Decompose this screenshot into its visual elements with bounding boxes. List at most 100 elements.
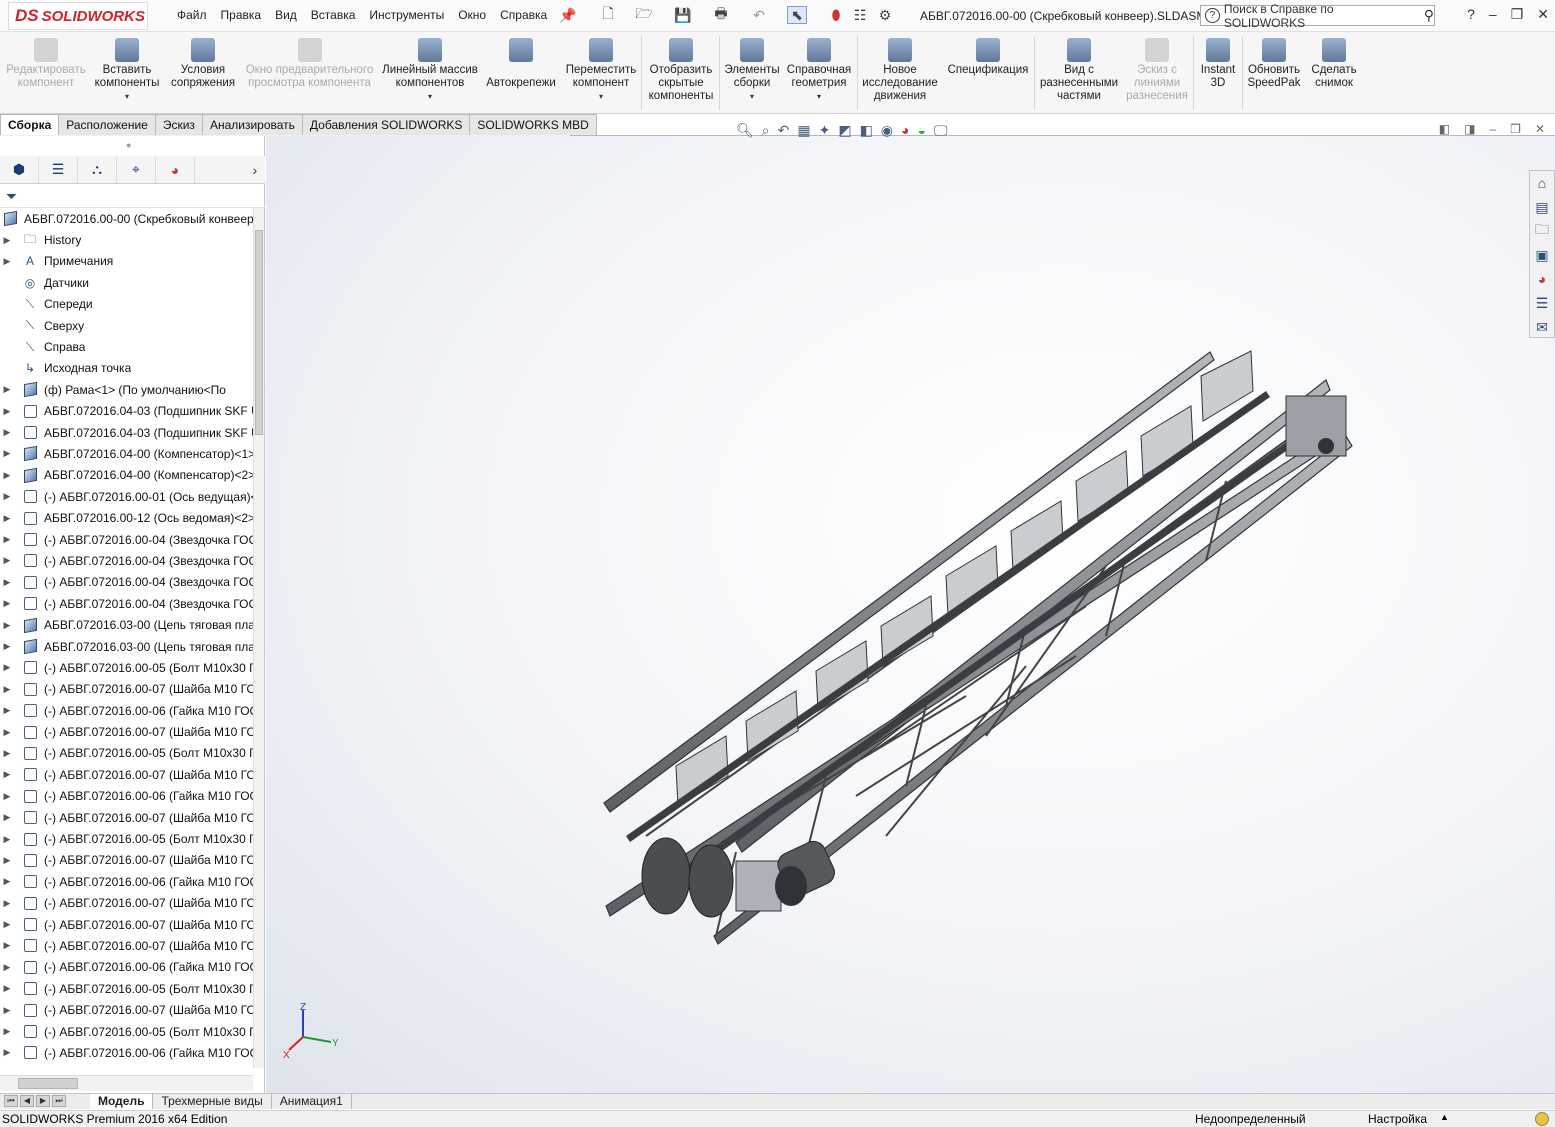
options-gear-icon[interactable]: ⚙ (875, 6, 895, 24)
tree-item[interactable]: ▶ (-) АБВГ.072016.00-05 (Болт М10х30 ГО (0, 978, 253, 999)
chevron-down-icon[interactable]: ▾ (722, 90, 782, 103)
expand-arrow-icon[interactable]: ▶ (0, 769, 14, 780)
file-properties-icon[interactable]: ☷ (850, 6, 870, 24)
tree-item[interactable]: ▶ АБВГ.072016.03-00 (Цепь тяговая плас (0, 614, 253, 635)
home-icon[interactable]: ⌂ (1530, 171, 1554, 195)
open-icon[interactable]: 🗁 (634, 5, 654, 24)
expand-arrow-icon[interactable]: ▶ (0, 962, 14, 973)
filter-icon[interactable]: ⏷ (6, 188, 17, 204)
explode-line-sketch-button[interactable]: Эскиз с линиями разнесения (1124, 38, 1190, 103)
new-motion-study-button[interactable]: Новое исследование движения (860, 38, 940, 103)
tree-item[interactable]: ⟍ Справа (0, 336, 253, 357)
tab-addins[interactable]: Добавления SOLIDWORKS (301, 114, 471, 135)
expand-arrow-icon[interactable]: ▶ (0, 791, 14, 802)
menu-tools[interactable]: Инструменты (362, 8, 451, 22)
forum-icon[interactable]: ✉ (1530, 315, 1554, 339)
last-tab-icon[interactable]: ⏭ (52, 1095, 66, 1107)
scrollbar-thumb[interactable] (255, 230, 263, 435)
menu-help[interactable]: Справка (493, 8, 554, 22)
chevron-right-icon[interactable]: › (245, 156, 265, 183)
tab-sketch[interactable]: Эскиз (154, 114, 203, 135)
expand-arrow-icon[interactable]: ▶ (0, 513, 14, 524)
first-tab-icon[interactable]: ⏮ (4, 1095, 18, 1107)
propertymanager-tab-icon[interactable]: ☰ (39, 156, 78, 183)
expand-arrow-icon[interactable]: ▶ (0, 256, 14, 267)
tree-item[interactable]: ▶ (-) АБВГ.072016.00-07 (Шайба М10 ГОС (0, 850, 253, 871)
close-icon[interactable]: ✕ (1537, 6, 1549, 23)
viewport-restore-icon[interactable]: ❐ (1510, 122, 1521, 136)
menu-edit[interactable]: Правка (214, 8, 269, 22)
linear-pattern-button[interactable]: Линейный массив компонентов ▾ (380, 38, 480, 103)
file-explorer-icon[interactable]: 🗀 (1530, 219, 1554, 243)
edit-component-button[interactable]: Редактировать компонент (6, 38, 86, 90)
tab-3d-views[interactable]: Трехмерные виды (153, 1094, 272, 1109)
pin-icon[interactable]: 📌 (558, 6, 578, 24)
menu-insert[interactable]: Вставка (304, 8, 363, 22)
tree-item[interactable]: ▶ (-) АБВГ.072016.00-07 (Шайба М10 ГОС (0, 721, 253, 742)
tree-item[interactable]: ▶ (-) АБВГ.072016.00-07 (Шайба М10 ГОС (0, 764, 253, 785)
appearances-icon[interactable]: ◕ (1530, 267, 1554, 291)
instant3d-button[interactable]: Instant 3D (1196, 38, 1240, 90)
new-document-icon[interactable]: 🗋 (598, 5, 618, 24)
viewport-close-icon[interactable]: ✕ (1535, 122, 1545, 136)
undo-icon[interactable]: ↶ (749, 6, 769, 24)
expand-arrow-icon[interactable]: ▶ (0, 555, 14, 566)
next-tab-icon[interactable]: ▶ (36, 1095, 50, 1107)
design-library-icon[interactable]: ▤ (1530, 195, 1554, 219)
expand-arrow-icon[interactable]: ▶ (0, 834, 14, 845)
expand-arrow-icon[interactable]: ▶ (0, 491, 14, 502)
expand-arrow-icon[interactable]: ▶ (0, 727, 14, 738)
expand-arrow-icon[interactable]: ▶ (0, 427, 14, 438)
tree-item[interactable]: ▶ (-) АБВГ.072016.00-06 (Гайка М10 ГОСТ (0, 786, 253, 807)
take-snapshot-button[interactable]: Сделать снимок (1308, 38, 1360, 90)
expand-arrow-icon[interactable]: ▶ (0, 812, 14, 823)
expand-arrow-icon[interactable]: ▶ (0, 235, 14, 246)
tree-item[interactable]: ▶ АБВГ.072016.04-00 (Компенсатор)<2> (0, 465, 253, 486)
tree-item[interactable]: ▶ (-) АБВГ.072016.00-06 (Гайка М10 ГОСТ (0, 871, 253, 892)
tree-item[interactable]: ◎ Датчики (0, 272, 253, 293)
menu-file[interactable]: Файл (170, 8, 214, 22)
expand-arrow-icon[interactable]: ▶ (0, 620, 14, 631)
preview-window-button[interactable]: Окно предварительного просмотра компонен… (242, 38, 377, 90)
expand-arrow-icon[interactable]: ▶ (0, 898, 14, 909)
featuremanager-tab-icon[interactable]: ⬢ (0, 156, 39, 183)
tree-item[interactable]: ▶ (-) АБВГ.072016.00-04 (Звездочка ГОСТ (0, 593, 253, 614)
tree-item[interactable]: ▶ (-) АБВГ.072016.00-06 (Гайка М10 ГОСТ (0, 700, 253, 721)
reference-geometry-button[interactable]: Справочная геометрия ▾ (784, 38, 854, 103)
help-menu-icon[interactable]: ? (1467, 6, 1475, 23)
tree-item[interactable]: ▶ АБВГ.072016.04-03 (Подшипник SKF UC (0, 422, 253, 443)
tab-assembly[interactable]: Сборка (0, 114, 60, 135)
tree-item[interactable]: ▶ (ф) Рама<1> (По умолчанию<По (0, 379, 253, 400)
smart-fasteners-button[interactable]: Автокрепежи (484, 38, 558, 90)
tree-item[interactable]: ▶ АБВГ.072016.04-00 (Компенсатор)<1> (0, 443, 253, 464)
tree-item[interactable]: ▶ АБВГ.072016.03-00 (Цепь тяговая плас (0, 636, 253, 657)
rebuild-status-icon[interactable] (1535, 1112, 1549, 1126)
expand-arrow-icon[interactable]: ▶ (0, 983, 14, 994)
tree-vertical-scrollbar[interactable] (253, 208, 264, 1068)
save-icon[interactable]: 💾 (673, 6, 693, 24)
assembly-features-button[interactable]: Элементы сборки ▾ (722, 38, 782, 103)
tree-item[interactable]: ▶ (-) АБВГ.072016.00-07 (Шайба М10 ГОС (0, 679, 253, 700)
expand-arrow-icon[interactable]: ▶ (0, 855, 14, 866)
status-units-custom[interactable]: Настройка (1368, 1112, 1427, 1126)
tree-item[interactable]: ▶ (-) АБВГ.072016.00-01 (Ось ведущая)<1 (0, 486, 253, 507)
expand-arrow-icon[interactable]: ▶ (0, 919, 14, 930)
expand-arrow-icon[interactable]: ▶ (0, 470, 14, 481)
print-icon[interactable]: 🖶 (711, 5, 731, 24)
menu-window[interactable]: Окно (451, 8, 493, 22)
expand-arrow-icon[interactable]: ▶ (0, 876, 14, 887)
minimize-icon[interactable]: – (1489, 6, 1497, 23)
tree-item[interactable]: ▶ (-) АБВГ.072016.00-06 (Гайка М10 ГОСТ (0, 1042, 253, 1063)
expand-arrow-icon[interactable]: ▶ (0, 448, 14, 459)
bom-button[interactable]: Спецификация (945, 38, 1031, 77)
scrollbar-thumb[interactable] (18, 1078, 78, 1089)
help-search-input[interactable]: ? Поиск в Справке по SOLIDWORKS ⚲ (1200, 2, 1435, 30)
tree-horizontal-scrollbar[interactable] (0, 1075, 253, 1091)
show-hidden-components-button[interactable]: Отобразить скрытые компоненты (645, 38, 717, 103)
tree-item[interactable]: ▶ (-) АБВГ.072016.00-07 (Шайба М10 ГОС (0, 914, 253, 935)
expand-arrow-icon[interactable]: ▶ (0, 748, 14, 759)
configurationmanager-tab-icon[interactable]: ⛬ (78, 156, 117, 183)
select-cursor-icon[interactable]: ⬉ (787, 6, 807, 24)
expand-arrow-icon[interactable]: ▶ (0, 641, 14, 652)
tree-item[interactable]: ▶ (-) АБВГ.072016.00-05 (Болт М10х30 ГО (0, 1021, 253, 1042)
